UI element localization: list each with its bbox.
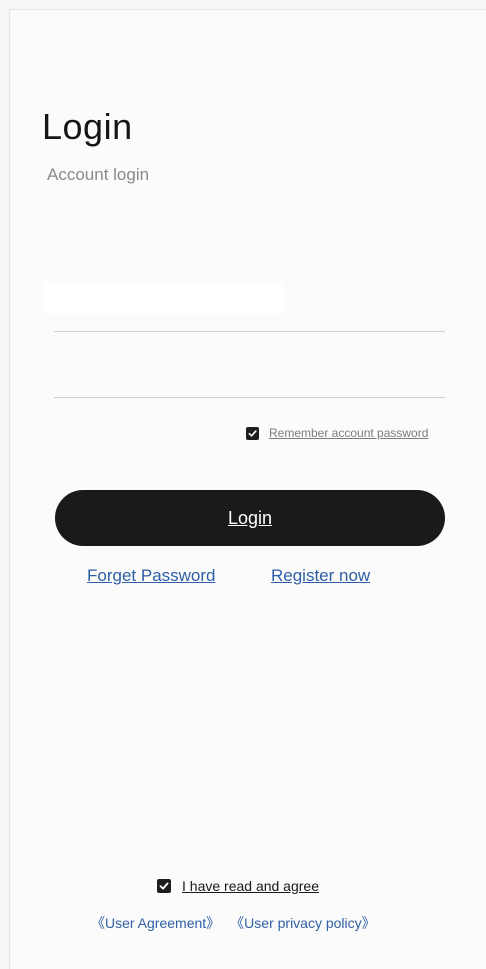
remember-password-toggle[interactable]: Remember account password bbox=[246, 426, 428, 440]
forget-password-link[interactable]: Forget Password bbox=[87, 566, 216, 586]
username-field[interactable] bbox=[54, 287, 445, 332]
login-button-label: Login bbox=[227, 507, 273, 528]
login-button[interactable]: Login bbox=[55, 490, 445, 546]
page-subtitle: Account login bbox=[47, 165, 150, 184]
agreement-toggle[interactable]: I have read and agree bbox=[157, 878, 319, 894]
login-screen bbox=[9, 9, 486, 969]
privacy-policy-link[interactable]: 《User privacy policy》 bbox=[230, 913, 375, 933]
remember-checkbox[interactable] bbox=[246, 426, 259, 440]
check-icon bbox=[248, 429, 257, 437]
agree-label[interactable]: I have read and agree bbox=[182, 878, 319, 894]
remember-label[interactable]: Remember account password bbox=[269, 426, 428, 440]
policy-links: 《User Agreement》 《User privacy policy》 bbox=[91, 913, 376, 933]
check-icon bbox=[159, 882, 169, 890]
username-input[interactable] bbox=[54, 287, 445, 331]
register-now-link[interactable]: Register now bbox=[271, 566, 370, 586]
agree-checkbox[interactable] bbox=[157, 879, 171, 893]
password-field[interactable] bbox=[54, 353, 445, 398]
password-input[interactable] bbox=[54, 353, 445, 397]
user-agreement-link[interactable]: 《User Agreement》 bbox=[91, 913, 220, 933]
page-title: Login bbox=[42, 106, 133, 147]
